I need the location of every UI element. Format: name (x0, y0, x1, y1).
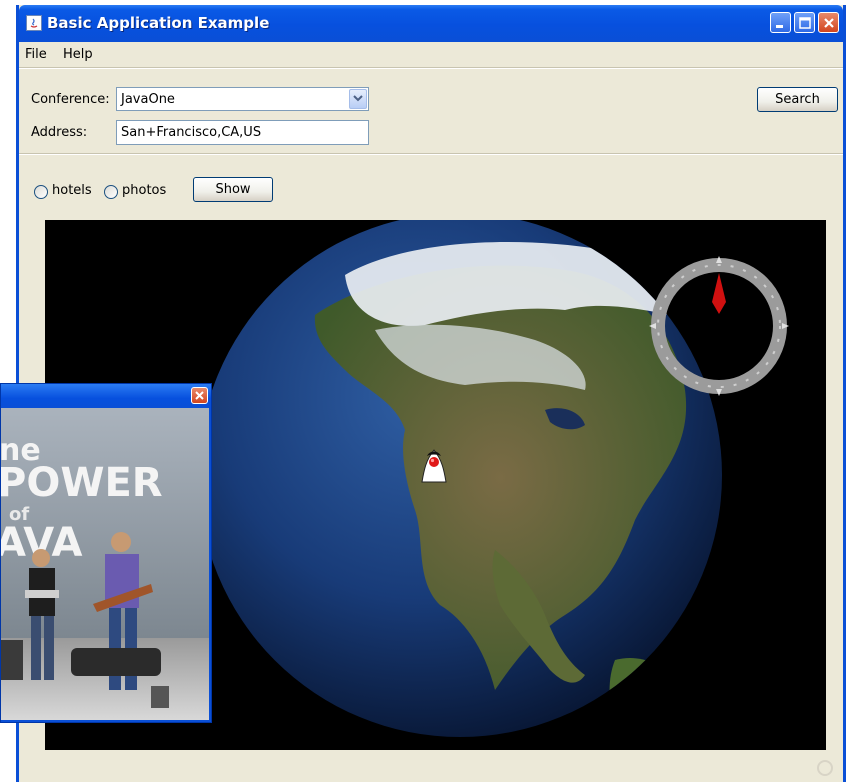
conference-label: Conference: (31, 92, 110, 107)
show-button[interactable]: Show (193, 177, 273, 202)
photo-window-title-bar[interactable] (1, 384, 211, 408)
menu-bar: File Help (19, 42, 843, 67)
form-separator (19, 153, 843, 155)
close-button[interactable] (818, 12, 839, 33)
photo-window[interactable]: ne POWER of AVA (0, 383, 212, 723)
photos-label[interactable]: photos (122, 183, 166, 198)
photo-close-button[interactable] (191, 387, 208, 404)
busy-indicator-icon (817, 760, 833, 776)
hotels-radio[interactable] (34, 185, 48, 199)
conference-value: JavaOne (121, 92, 175, 107)
menu-separator (19, 67, 843, 69)
status-bar (19, 751, 843, 782)
minimize-button[interactable] (770, 12, 791, 33)
address-label: Address: (31, 125, 88, 140)
maximize-button[interactable] (794, 12, 815, 33)
java-app-icon (26, 15, 42, 31)
menu-file[interactable]: File (25, 47, 47, 62)
address-field[interactable]: San+Francisco,CA,US (116, 120, 369, 145)
hotels-label[interactable]: hotels (52, 183, 92, 198)
menu-help[interactable]: Help (63, 47, 93, 62)
window-title: Basic Application Example (47, 14, 270, 32)
title-bar[interactable]: Basic Application Example (19, 5, 843, 42)
conference-select[interactable]: JavaOne (116, 87, 369, 111)
photos-radio[interactable] (104, 185, 118, 199)
conference-photo: ne POWER of AVA (1, 408, 209, 720)
banner-text-power: POWER (1, 460, 163, 506)
chevron-down-icon[interactable] (349, 89, 367, 109)
south-america-land (609, 658, 695, 737)
search-button[interactable]: Search (757, 87, 838, 112)
